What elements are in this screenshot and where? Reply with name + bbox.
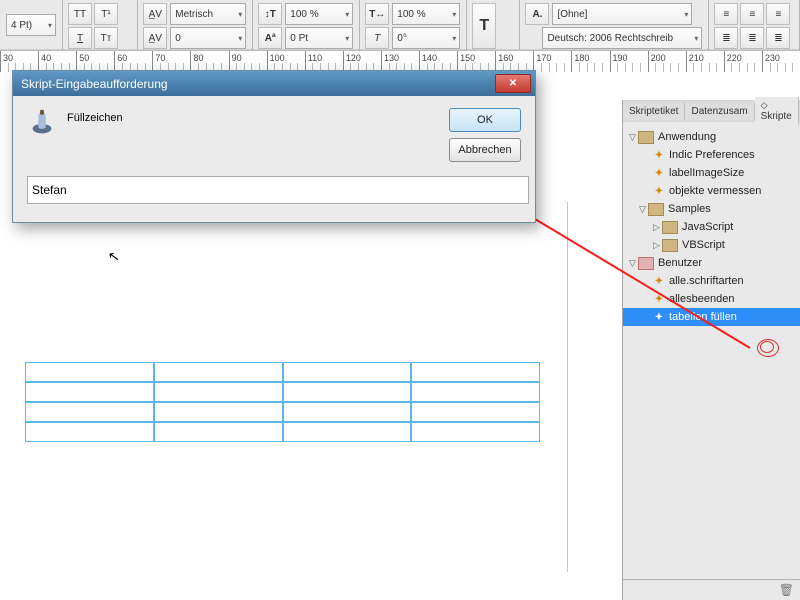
script-icon: ✦ [653, 293, 665, 305]
table-row [25, 362, 540, 382]
panel-footer: 🗑 [623, 579, 800, 600]
justify-center-icon[interactable]: ≣ [766, 27, 790, 49]
tree-script-objekte[interactable]: ✦objekte vermessen [623, 182, 800, 200]
superscript-icon[interactable]: T¹ [94, 3, 118, 25]
tree-script-alleschrift[interactable]: ✦alle.schriftarten [623, 272, 800, 290]
skew-field[interactable]: 0° [392, 27, 460, 49]
units-select[interactable]: Metrisch [170, 3, 246, 25]
tree-folder-benutzer[interactable]: ▽Benutzer [623, 254, 800, 272]
hscale-icon: ↕T [258, 3, 282, 25]
trash-icon[interactable]: 🗑 [779, 583, 794, 597]
vscale-icon: T↔ [365, 3, 389, 25]
script-icon: ✦ [653, 311, 665, 323]
script-prompt-dialog: Skript-Eingabeaufforderung ✕ Füllzeichen… [12, 70, 536, 223]
vscale-field[interactable]: 100 % [392, 3, 460, 25]
folder-icon [638, 131, 654, 144]
tree-script-tabellen[interactable]: ✦tabellen füllen [623, 308, 800, 326]
tree-folder-js[interactable]: ▷JavaScript [623, 218, 800, 236]
justify-left-icon[interactable]: ≣ [740, 27, 764, 49]
justify-icon[interactable]: ≣ [714, 27, 738, 49]
tracking-icon: A̲V [143, 27, 167, 49]
kerning-icon: A̲V [143, 3, 167, 25]
charstyle-icon: A. [525, 3, 549, 25]
folder-icon [638, 257, 654, 270]
tracking-select[interactable]: 0 [170, 27, 246, 49]
dialog-label: Füllzeichen [67, 112, 123, 124]
close-button[interactable]: ✕ [495, 74, 531, 93]
table-row [25, 422, 540, 442]
tree-script-allesbeenden[interactable]: ✦allesbeenden [623, 290, 800, 308]
prompt-input[interactable] [27, 176, 529, 204]
script-dialog-icon [27, 108, 57, 138]
tree-folder-anwendung[interactable]: ▽Anwendung [623, 128, 800, 146]
scripts-panel: Skriptetiket Datenzusam ◇ Skripte ▾≡ ▽An… [622, 100, 800, 600]
folder-icon [662, 239, 678, 252]
scripts-tree: ▽Anwendung ✦Indic Preferences ✦labelImag… [623, 122, 800, 332]
script-icon: ✦ [653, 167, 665, 179]
tree-folder-samples[interactable]: ▽Samples [623, 200, 800, 218]
language-select[interactable]: Deutsch: 2006 Rechtschreib [542, 27, 702, 49]
script-icon: ✦ [653, 185, 665, 197]
tree-script-labelimg[interactable]: ✦labelImageSize [623, 164, 800, 182]
script-icon: ✦ [653, 149, 665, 161]
formatting-toolbar: 4 Pt) TT T¹ T Tᴛ T₁ T A̲VMetrisch A̲V0 ↕… [0, 0, 800, 51]
folder-icon [662, 221, 678, 234]
charstyle-select[interactable]: [Ohne] [552, 3, 692, 25]
page-margin-guide [567, 202, 578, 572]
smallcaps-icon[interactable]: Tᴛ [94, 27, 118, 49]
ok-button[interactable]: OK [449, 108, 521, 132]
tab-datamerge[interactable]: Datenzusam [685, 103, 754, 120]
hscale-field[interactable]: 100 % [285, 3, 353, 25]
baseline-icon: Aª [258, 27, 282, 49]
allcaps-icon[interactable]: TT [68, 3, 92, 25]
align-center-icon[interactable]: ≡ [740, 3, 764, 25]
fill-icon[interactable]: T [472, 3, 496, 49]
underline-icon[interactable]: T [68, 27, 92, 49]
tree-folder-vb[interactable]: ▷VBScript [623, 236, 800, 254]
align-left-icon[interactable]: ≡ [714, 3, 738, 25]
pt-field[interactable]: 4 Pt) [6, 14, 56, 36]
document-table[interactable] [25, 362, 540, 442]
cancel-button[interactable]: Abbrechen [449, 138, 521, 162]
folder-icon [648, 203, 664, 216]
baseline-field[interactable]: 0 Pt [285, 27, 353, 49]
align-right-icon[interactable]: ≡ [766, 3, 790, 25]
dialog-title: Skript-Eingabeaufforderung [21, 77, 168, 91]
tab-scriptlabel[interactable]: Skriptetiket [623, 103, 685, 120]
panel-tabs: Skriptetiket Datenzusam ◇ Skripte ▾≡ [623, 100, 800, 122]
skew-icon: T [365, 27, 389, 49]
table-row [25, 382, 540, 402]
dialog-titlebar[interactable]: Skript-Eingabeaufforderung ✕ [13, 71, 535, 96]
lang-icon [525, 28, 539, 48]
tab-scripts[interactable]: ◇ Skripte [755, 97, 799, 125]
script-icon: ✦ [653, 275, 665, 287]
table-row [25, 402, 540, 422]
tree-script-indic[interactable]: ✦Indic Preferences [623, 146, 800, 164]
